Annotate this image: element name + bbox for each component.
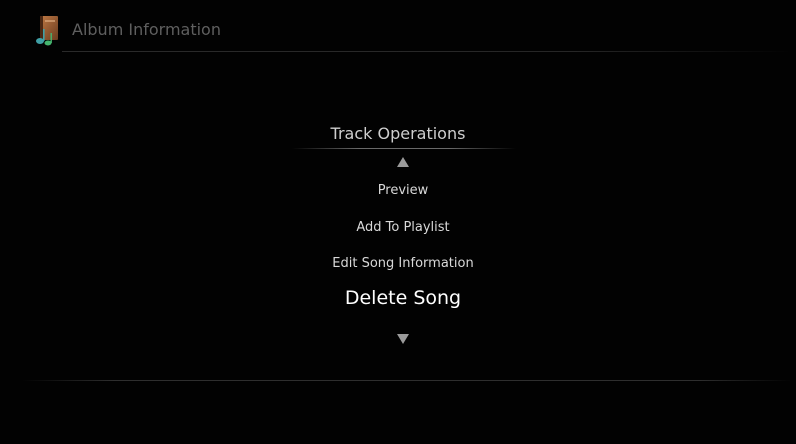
menu-title: Track Operations — [330, 124, 466, 143]
music-album-icon — [34, 14, 60, 46]
header-title: Album Information — [72, 20, 221, 39]
footer-divider — [22, 380, 792, 381]
screen: Album Information Track Operations Previ… — [0, 0, 796, 444]
scroll-up-icon[interactable] — [397, 152, 409, 167]
header-divider — [62, 51, 792, 52]
menu-divider — [292, 148, 516, 149]
scroll-down-icon[interactable] — [397, 329, 409, 344]
header-bar: Album Information — [0, 0, 796, 54]
menu-item-preview[interactable]: Preview — [250, 183, 556, 198]
menu-item-delete-song[interactable]: Delete Song — [250, 287, 556, 309]
menu-item-add-to-playlist[interactable]: Add To Playlist — [250, 220, 556, 235]
menu-item-edit-song-information[interactable]: Edit Song Information — [250, 256, 556, 271]
